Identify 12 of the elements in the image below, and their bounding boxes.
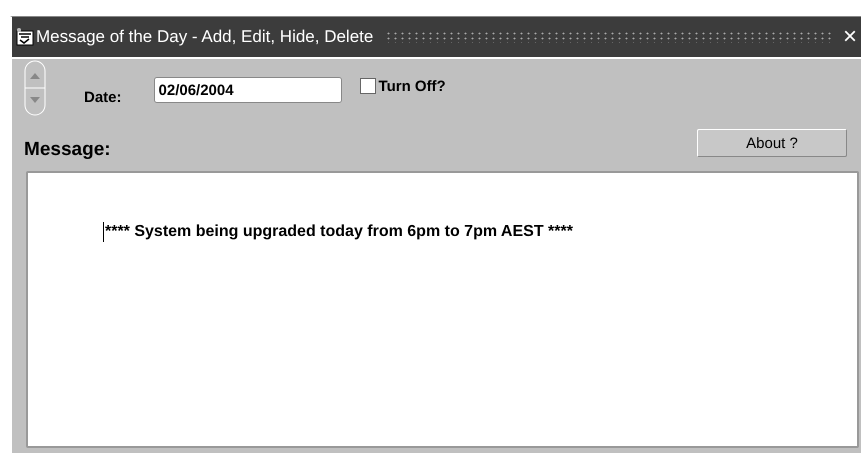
close-button[interactable]: × <box>842 25 857 49</box>
about-button[interactable]: About ? <box>697 129 847 157</box>
turn-off-label: Turn Off? <box>378 78 446 94</box>
message-label: Message: <box>24 139 111 161</box>
app-icon <box>16 28 34 46</box>
date-label: Date: <box>84 88 122 106</box>
turn-off-checkbox[interactable] <box>360 78 376 94</box>
message-text: **** System being upgraded today from 6pm to 7pm AEST **** <box>105 223 573 241</box>
window-title: Message of the Day - Add, Edit, Hide, Delete <box>36 27 374 47</box>
date-field[interactable]: 02/06/2004 <box>154 77 342 103</box>
record-scroll-control[interactable] <box>24 60 46 116</box>
message-text-area[interactable]: **** System being upgraded today from 6pm to 7pm AEST **** <box>26 171 859 448</box>
